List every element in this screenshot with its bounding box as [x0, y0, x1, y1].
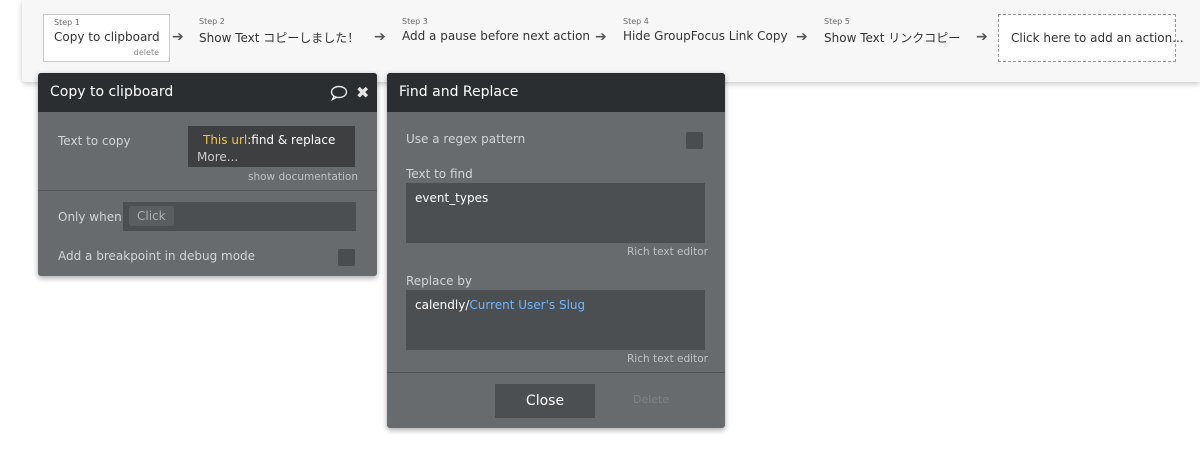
text-to-find-label: Text to find	[406, 167, 473, 181]
step-number: Step 3	[402, 17, 428, 26]
workflow-step-5[interactable]: Step 5 Show Text リンクコピー	[814, 14, 974, 62]
replace-by-input[interactable]: calendly/Current User's Slug	[406, 290, 705, 350]
step-number: Step 4	[623, 17, 649, 26]
rich-text-editor-link[interactable]: Rich text editor	[627, 353, 708, 365]
show-documentation-link[interactable]: show documentation	[248, 171, 358, 183]
divider	[387, 372, 725, 373]
workflow-step-1[interactable]: Step 1 Copy to clipboard delete	[43, 14, 170, 62]
expression-operator: :find & replace	[247, 133, 336, 147]
arrow-right-icon: ➔	[595, 29, 607, 45]
workflow-step-bar: Step 1 Copy to clipboard delete ➔ Step 2…	[22, 0, 1200, 82]
workflow-step-4[interactable]: Step 4 Hide GroupFocus Link Copy	[613, 14, 793, 62]
text-to-find-input[interactable]: event_types	[406, 183, 705, 243]
arrow-right-icon: ➔	[374, 29, 386, 45]
step-title: Show Text リンクコピー	[824, 31, 961, 45]
text-to-copy-label: Text to copy	[58, 134, 131, 148]
rich-text-editor-link[interactable]: Rich text editor	[627, 246, 708, 258]
add-action-button[interactable]: Click here to add an action...	[998, 14, 1184, 62]
replace-static-text: calendly/	[415, 298, 470, 312]
step-delete-link[interactable]: delete	[134, 48, 159, 57]
delete-button[interactable]: Delete	[633, 393, 669, 406]
step-title: Add a pause before next action	[402, 29, 591, 43]
replace-by-value: calendly/Current User's Slug	[415, 298, 585, 312]
breakpoint-checkbox[interactable]	[338, 249, 355, 266]
panel-title: Find and Replace	[399, 84, 519, 100]
regex-checkbox[interactable]	[686, 132, 703, 149]
text-to-find-value: event_types	[415, 191, 489, 205]
only-when-placeholder: Click	[129, 206, 174, 226]
more-link[interactable]: More...	[197, 150, 238, 164]
replace-by-label: Replace by	[406, 274, 472, 288]
step-number: Step 5	[824, 17, 850, 26]
close-icon[interactable]: ✖	[356, 73, 369, 112]
expression: This url:find & replace	[203, 133, 335, 147]
step-title: Copy to clipboard	[54, 30, 160, 44]
expression-keyword: This url	[203, 133, 248, 147]
step-title: Hide GroupFocus Link Copy	[623, 29, 788, 43]
close-button[interactable]: Close	[495, 384, 595, 418]
regex-label: Use a regex pattern	[406, 132, 526, 146]
step-title: Show Text コピーしました！	[199, 31, 360, 45]
arrow-right-icon: ➔	[796, 29, 808, 45]
step-number: Step 1	[54, 18, 80, 27]
comment-icon[interactable]	[330, 73, 348, 112]
panel-header: Copy to clipboard ✖	[38, 73, 377, 112]
panel-header: Find and Replace	[387, 73, 725, 112]
breakpoint-label: Add a breakpoint in debug mode	[58, 249, 256, 263]
divider	[38, 190, 377, 191]
only-when-field[interactable]: Click	[123, 202, 356, 231]
copy-to-clipboard-panel: Copy to clipboard ✖ Text to copy This ur…	[38, 73, 377, 276]
workflow-step-2[interactable]: Step 2 Show Text コピーしました！	[189, 14, 369, 62]
text-to-copy-field[interactable]: This url:find & replace More...	[188, 126, 355, 167]
panel-title: Copy to clipboard	[50, 84, 174, 100]
dynamic-expression[interactable]: Current User's Slug	[469, 298, 585, 312]
find-and-replace-panel: Find and Replace Use a regex pattern Tex…	[387, 73, 725, 428]
workflow-step-3[interactable]: Step 3 Add a pause before next action	[392, 14, 592, 62]
arrow-right-icon: ➔	[976, 29, 988, 45]
only-when-label: Only when	[58, 210, 122, 224]
step-number: Step 2	[199, 17, 225, 26]
arrow-right-icon: ➔	[172, 29, 184, 45]
